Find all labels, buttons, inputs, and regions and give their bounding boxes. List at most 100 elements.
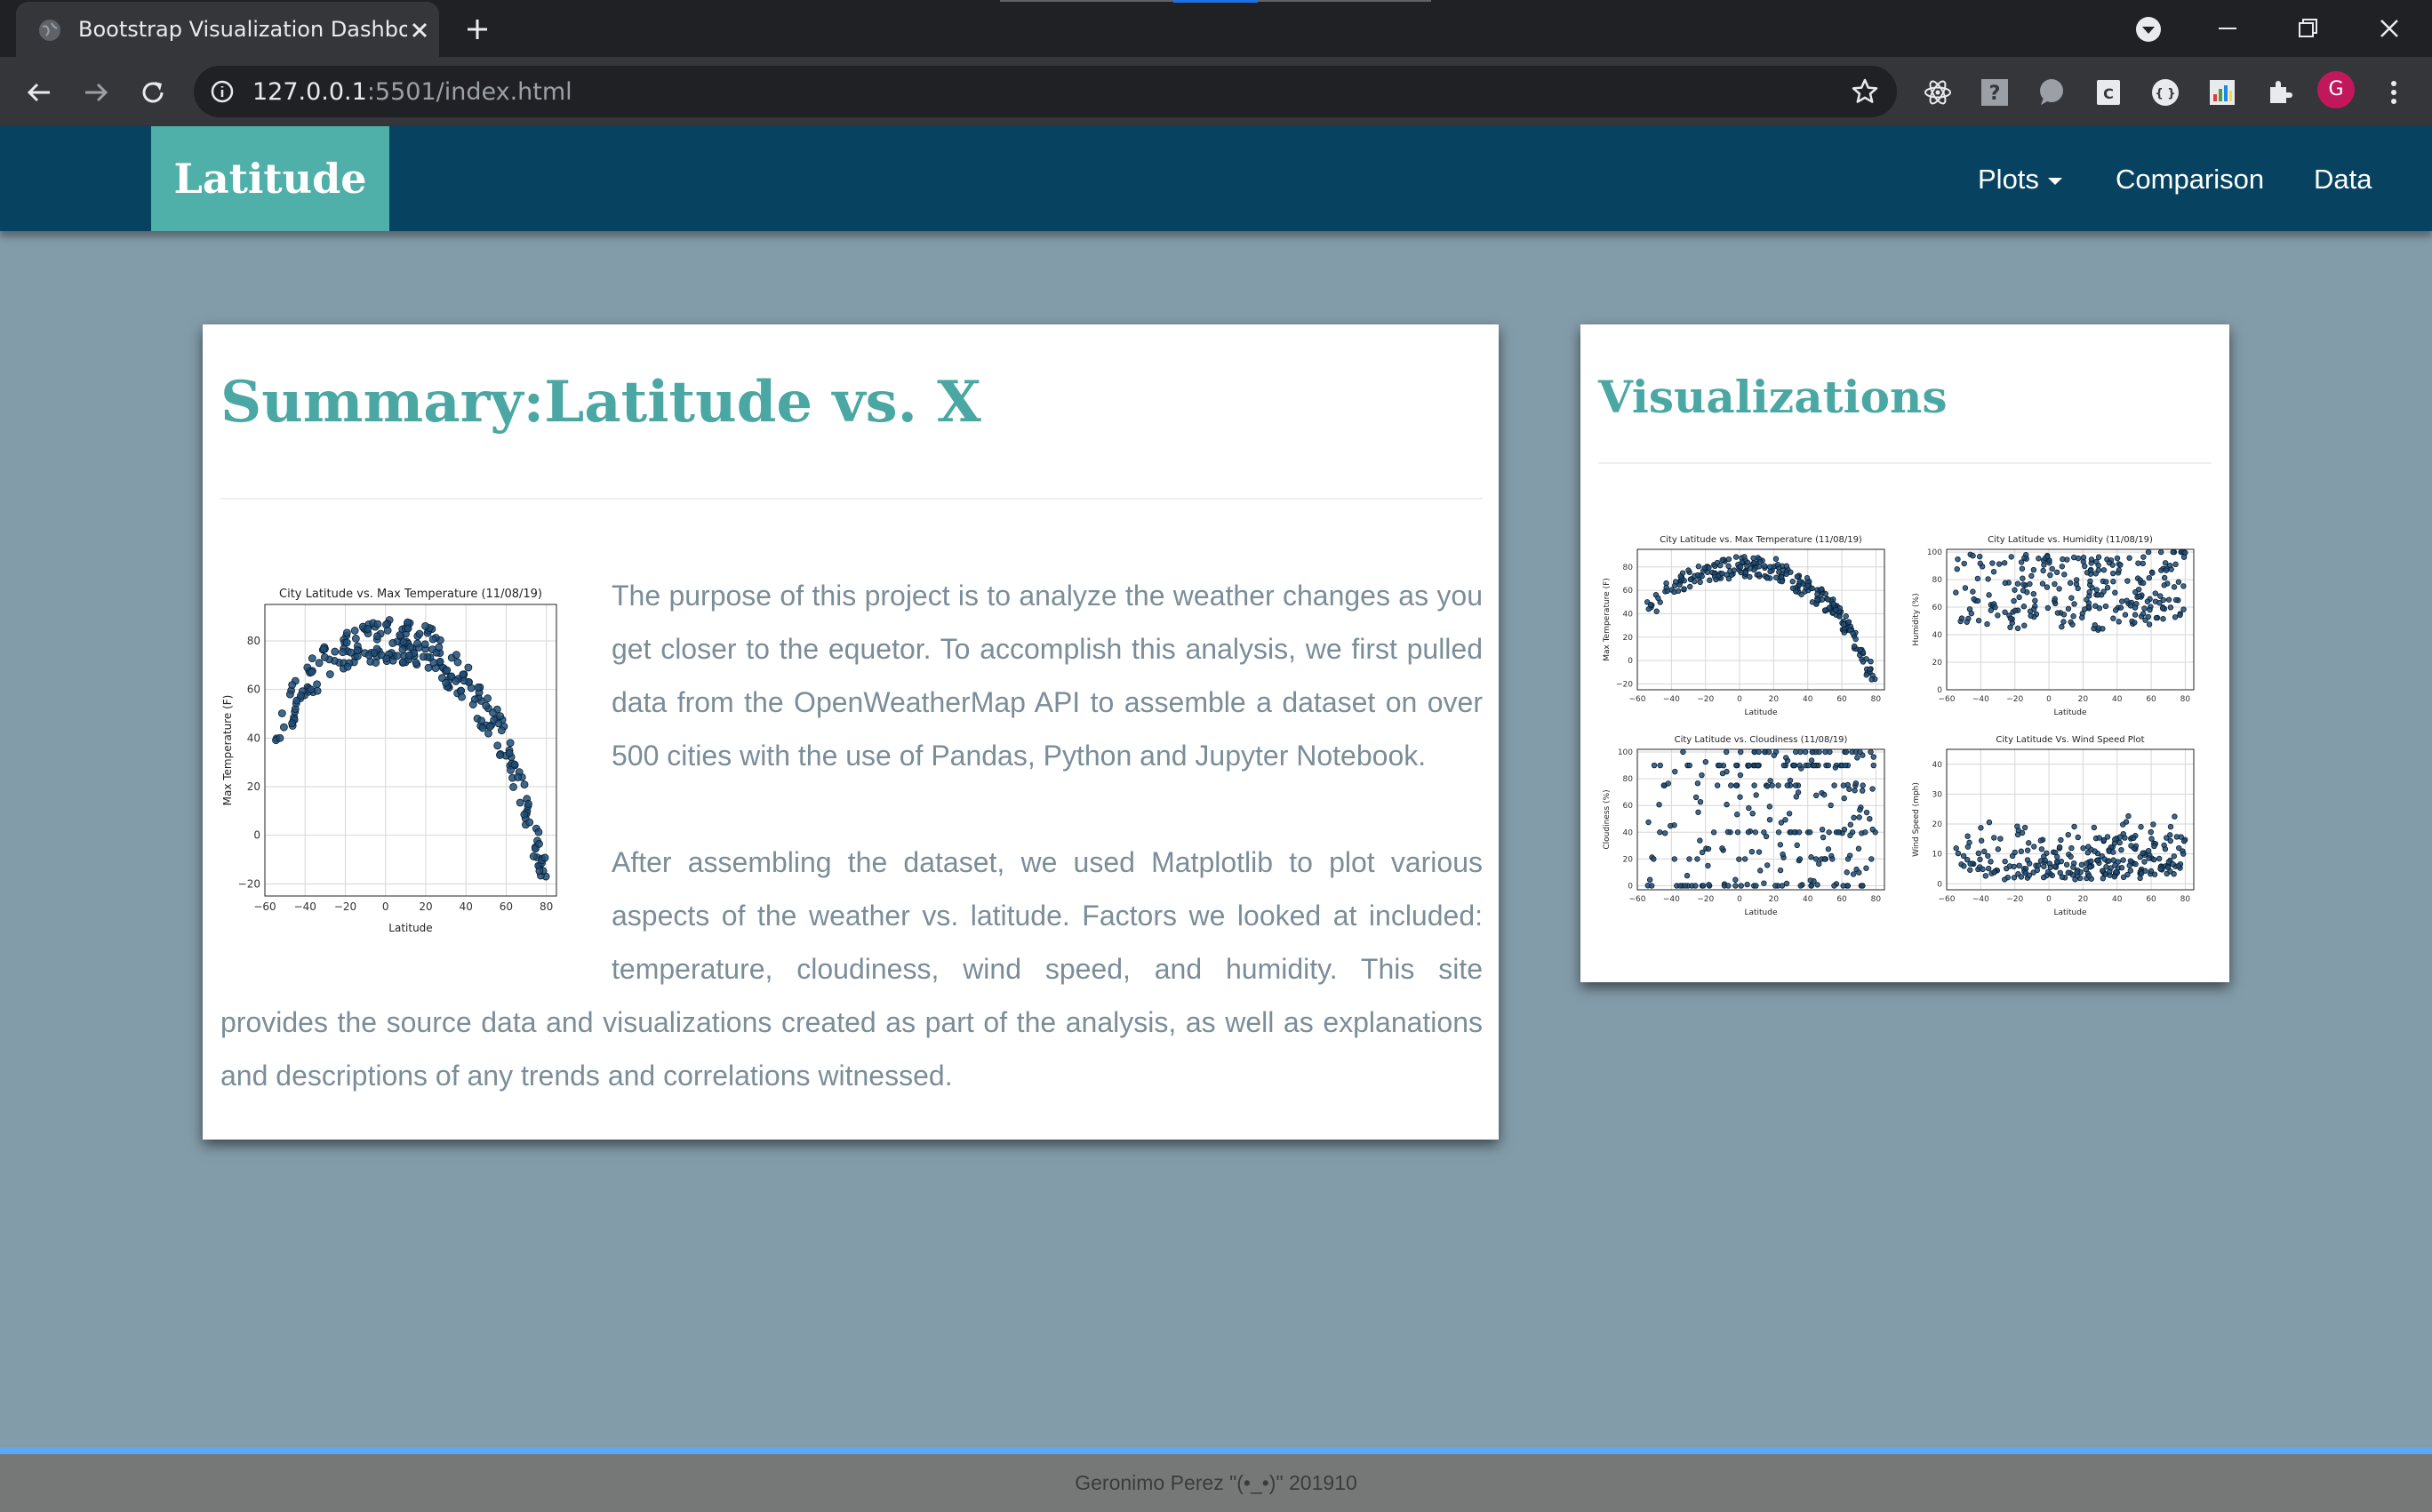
navbar-brand[interactable]: Latitude [151,126,389,231]
data-point [1967,867,1973,873]
data-point [412,659,420,667]
data-point [1970,553,1976,559]
data-point [1697,579,1703,586]
data-point [1977,553,1983,560]
nav-data[interactable]: Data [2314,164,2372,196]
react-devtools-icon[interactable] [1922,76,1954,108]
y-tick-label: 40 [247,732,260,744]
data-point [2002,876,2008,883]
data-point [404,651,413,660]
data-point [1783,571,1789,577]
data-point [429,659,438,667]
data-point [2159,605,2166,612]
tab-search-icon[interactable] [2133,14,2164,44]
restore-icon[interactable] [2292,12,2324,44]
data-point [1744,881,1750,888]
close-tab-icon[interactable] [407,18,432,43]
data-point [2085,844,2092,850]
data-point [494,719,503,728]
forward-icon[interactable] [78,75,114,110]
data-point [2011,863,2017,870]
data-point [2146,855,2152,861]
data-point [2044,868,2052,876]
extensions-puzzle-icon[interactable] [2263,76,2295,108]
cloudiness-plot-title: City Latitude vs. Cloudiness (11/08/19) [1675,735,1848,745]
data-point [2041,863,2047,869]
data-point [1653,608,1660,614]
data-point [2138,870,2145,876]
data-point [2100,588,2107,595]
nav-comparison[interactable]: Comparison [2116,164,2264,196]
address-bar[interactable]: 127.0.0.1:5501/index.html [194,66,1897,117]
max-temperature-plot[interactable]: City Latitude vs. Max Temperature (11/08… [220,574,567,948]
data-point [1738,748,1744,756]
data-point [1732,883,1739,889]
y-tick-label: 60 [1932,604,1943,612]
bookmark-star-icon[interactable] [1851,77,1879,106]
data-point [1724,801,1730,808]
data-point [1675,588,1682,595]
data-point [2171,584,2178,590]
reload-icon[interactable] [135,75,171,110]
data-point [1751,782,1757,788]
data-point [2110,615,2116,621]
data-point [1779,578,1785,585]
window-close-icon[interactable] [2373,12,2405,44]
y-tick-label: 80 [1932,576,1943,585]
data-point [1990,569,1997,575]
data-point [2008,554,2014,560]
data-point [1648,883,1655,889]
data-point [2131,835,2137,842]
data-point [1710,829,1717,836]
thumbnail-cloudiness[interactable]: City Latitude vs. Cloudiness (11/08/19) −… [1600,733,1893,920]
data-point [452,651,460,660]
more-menu-icon[interactable] [2378,76,2410,108]
data-point [1860,883,1866,889]
thumbnail-humidity[interactable]: City Latitude vs. Humidity (11/08/19) −60… [1909,533,2203,720]
data-point [2039,580,2046,587]
data-point [1661,830,1668,836]
data-point [1821,791,1828,798]
json-extension-icon[interactable]: { } [2149,76,2181,108]
minimize-icon[interactable] [2212,12,2244,44]
data-point [1717,562,1724,569]
data-point [1870,754,1876,760]
data-point [1775,829,1782,836]
data-point [2034,867,2041,874]
data-point [2132,620,2138,626]
data-point [506,739,515,748]
data-point [350,626,359,635]
data-point [1869,826,1876,833]
site-info-icon[interactable] [210,79,235,104]
chat-extension-icon[interactable] [2036,76,2068,108]
new-tab-icon[interactable] [462,14,492,44]
thumbnail-wind-speed[interactable]: City Latitude Vs. Wind Speed Plot −60 −40 −… [1909,733,2203,920]
data-point [2071,601,2077,607]
analytics-extension-icon[interactable] [2206,76,2238,108]
humidity-plot-title: City Latitude vs. Humidity (11/08/19) [1988,535,2153,545]
browser-tab[interactable]: Bootstrap Visualization Dashboard [16,2,439,57]
x-tick-label: −20 [334,900,356,913]
x-tick-label: 80 [1871,695,1882,704]
data-point [2100,868,2106,874]
help-extension-icon[interactable]: ? [1979,76,2011,108]
data-point [2112,836,2118,843]
data-point [2140,611,2147,617]
y-tick-label: 40 [1623,828,1634,837]
data-point [1686,856,1692,862]
data-point [2161,574,2168,581]
data-point [1651,856,1657,862]
url-text[interactable]: 127.0.0.1:5501/index.html [252,78,572,106]
data-point [308,668,316,676]
profile-avatar[interactable]: G [2317,71,2355,108]
data-point [1796,856,1804,862]
data-point [2156,600,2163,606]
thumbnail-max-temperature[interactable]: City Latitude vs. Max Temperature (11/08… [1600,533,1893,720]
clipboard-extension-icon[interactable]: C [2092,76,2124,108]
nav-plots-dropdown[interactable]: Plots [1978,164,2062,196]
back-icon[interactable] [21,75,57,110]
data-point [2118,846,2124,853]
data-point [1761,880,1767,886]
data-point [1737,564,1744,571]
data-point [313,686,322,695]
